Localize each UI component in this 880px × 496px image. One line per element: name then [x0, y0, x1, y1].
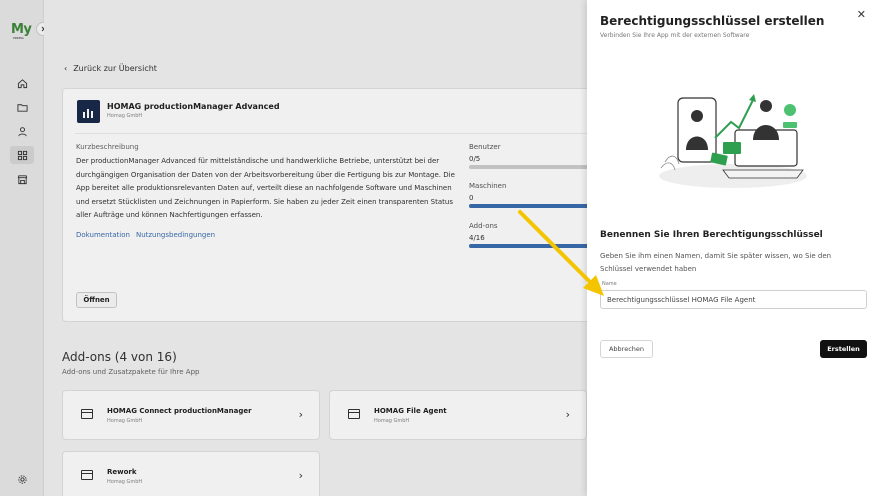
cancel-button[interactable]: Abbrechen: [600, 340, 653, 358]
drawer-title: Berechtigungsschlüssel erstellen: [600, 14, 825, 28]
name-field-label: Name: [602, 281, 617, 287]
naming-heading: Benennen Sie Ihren Berechtigungsschlüsse…: [600, 230, 823, 240]
modal-backdrop[interactable]: [0, 0, 587, 496]
close-icon[interactable]: ✕: [857, 8, 866, 21]
naming-description: Geben Sie ihm einen Namen, damit Sie spä…: [600, 252, 832, 273]
drawer-subtitle: Verbinden Sie Ihre App mit der externen …: [600, 32, 750, 39]
create-key-drawer: Berechtigungsschlüssel erstellen Verbind…: [587, 0, 880, 496]
illustration: [659, 94, 807, 188]
create-button[interactable]: Erstellen: [820, 340, 867, 358]
name-input[interactable]: [600, 290, 867, 309]
